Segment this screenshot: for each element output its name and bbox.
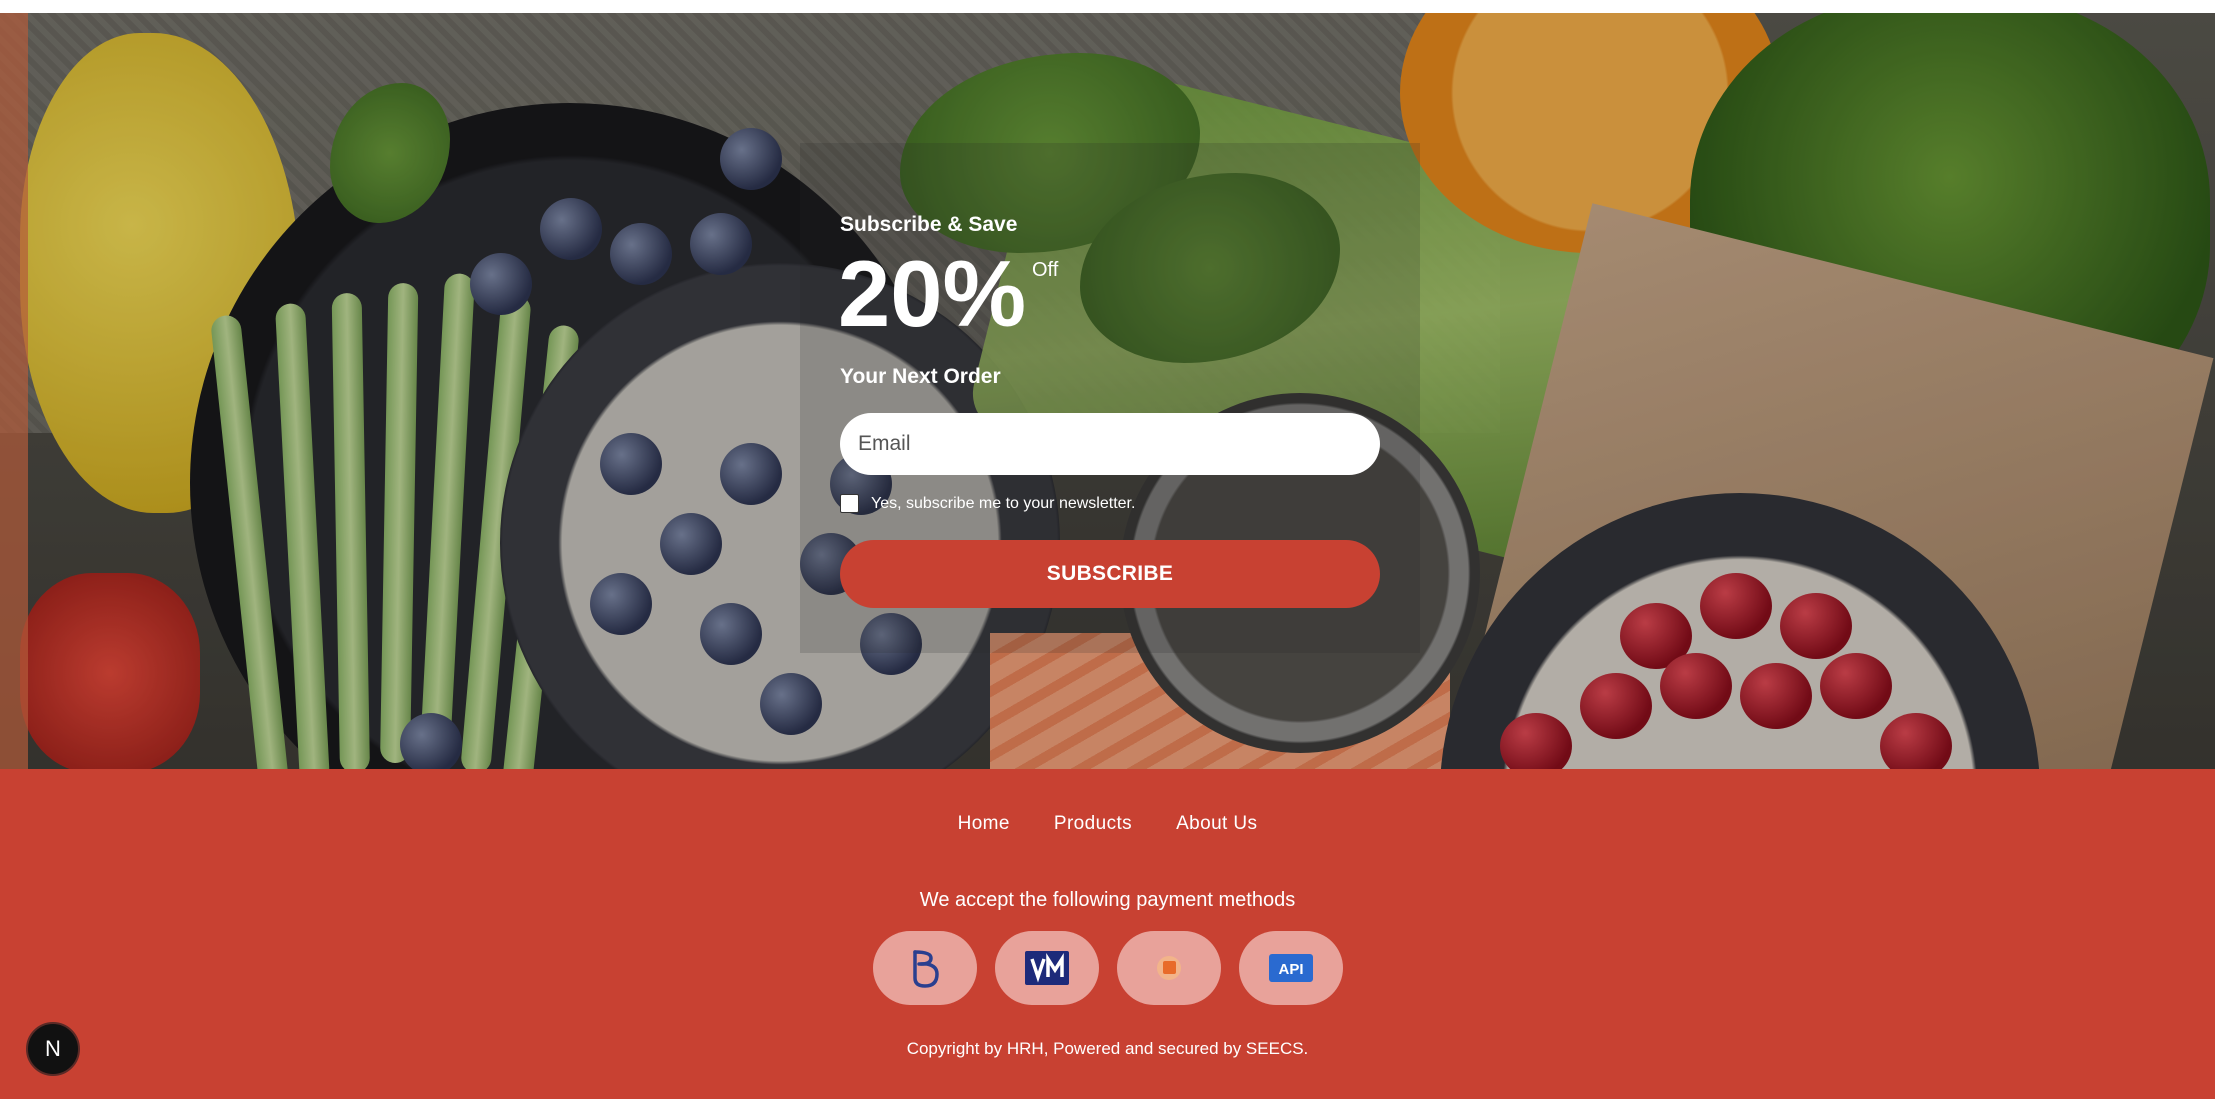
payment-methods-list: API (0, 931, 2215, 1005)
newsletter-checkbox[interactable] (840, 494, 859, 513)
payment-method-api: API (1238, 931, 1343, 1005)
footer-link-products[interactable]: Products (1054, 813, 1132, 835)
orange-square-icon (1156, 956, 1181, 980)
footer-link-about-us[interactable]: About Us (1176, 813, 1257, 835)
payment-methods-text: We accept the following payment methods (919, 889, 1296, 911)
hero-left-edge (0, 13, 28, 769)
api-logo-icon: API (1268, 954, 1313, 982)
email-input[interactable] (840, 413, 1380, 475)
copyright-text: Copyright by HRH, Powered and secured by… (906, 1039, 1309, 1058)
newsletter-label: Yes, subscribe me to your newsletter. (871, 494, 1136, 512)
footer-nav: Home Products About Us (0, 813, 2215, 835)
subscribe-subheading: Your Next Order (840, 365, 1001, 388)
subscribe-button[interactable]: SUBSCRIBE (840, 540, 1380, 608)
vm-card-icon (1024, 951, 1069, 985)
p-logo-icon (912, 950, 939, 988)
page: Subscribe & Save 20% Off Your Next Order… (0, 0, 2215, 1099)
discount-suffix: Off (1032, 259, 1059, 281)
payment-method-orange (1116, 931, 1221, 1005)
subscribe-kicker: Subscribe & Save (840, 213, 1018, 236)
svg-text:API: API (1278, 961, 1303, 978)
footer-link-home[interactable]: Home (958, 813, 1010, 835)
payment-method-p (872, 931, 977, 1005)
discount-value: 20% (838, 241, 1027, 346)
payment-method-vm (994, 931, 1099, 1005)
site-footer: Home Products About Us We accept the fol… (0, 769, 2215, 1099)
newsletter-option[interactable]: Yes, subscribe me to your newsletter. (840, 494, 1135, 513)
n-badge-button[interactable]: N (26, 1022, 80, 1076)
hero-banner: Subscribe & Save 20% Off Your Next Order… (0, 13, 2215, 769)
